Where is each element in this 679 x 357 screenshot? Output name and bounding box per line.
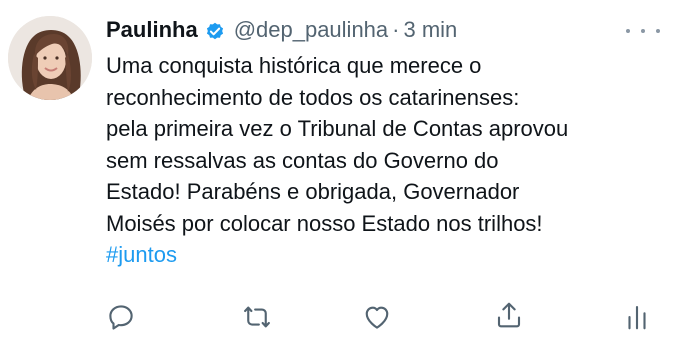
analytics-icon[interactable] — [622, 302, 652, 332]
author-name[interactable]: Paulinha — [106, 14, 198, 46]
tweet-text-line: Uma conquista histórica que merece o — [106, 53, 482, 78]
tweet-header: Paulinha @dep_paulinha · 3 min — [106, 14, 457, 46]
more-dot — [641, 29, 645, 33]
avatar-image — [8, 16, 92, 100]
verified-badge-icon — [204, 19, 226, 41]
share-icon[interactable] — [494, 300, 524, 330]
tweet-timestamp[interactable]: 3 min — [403, 14, 457, 46]
tweet-actions — [0, 300, 679, 336]
separator-dot: · — [392, 17, 400, 42]
hashtag-link[interactable]: #juntos — [106, 239, 666, 271]
more-options-icon[interactable] — [626, 22, 660, 40]
tweet-text-line: sem ressalvas as contas do Governo do — [106, 147, 499, 173]
retweet-icon[interactable] — [242, 302, 272, 332]
tweet-text-line: Estado! Parabéns e obrigada, Governador — [106, 179, 520, 204]
more-dot — [626, 29, 630, 33]
tweet-text-line: Moisés por colocar nosso Estado nos tril… — [106, 210, 543, 236]
tweet-text-line: pela primeira vez o Tribunal de Contas a… — [106, 116, 569, 141]
tweet-text: Uma conquista histórica que merece o rec… — [106, 50, 666, 271]
author-handle[interactable]: @dep_paulinha — [234, 14, 388, 46]
tweet-text-line: reconhecimento de todos os catarinenses: — [106, 84, 520, 110]
heart-icon[interactable] — [362, 302, 392, 332]
avatar[interactable] — [8, 16, 92, 100]
reply-icon[interactable] — [106, 302, 136, 332]
tweet-card[interactable]: Paulinha @dep_paulinha · 3 min Uma conqu… — [0, 0, 679, 357]
more-dot — [656, 29, 660, 33]
